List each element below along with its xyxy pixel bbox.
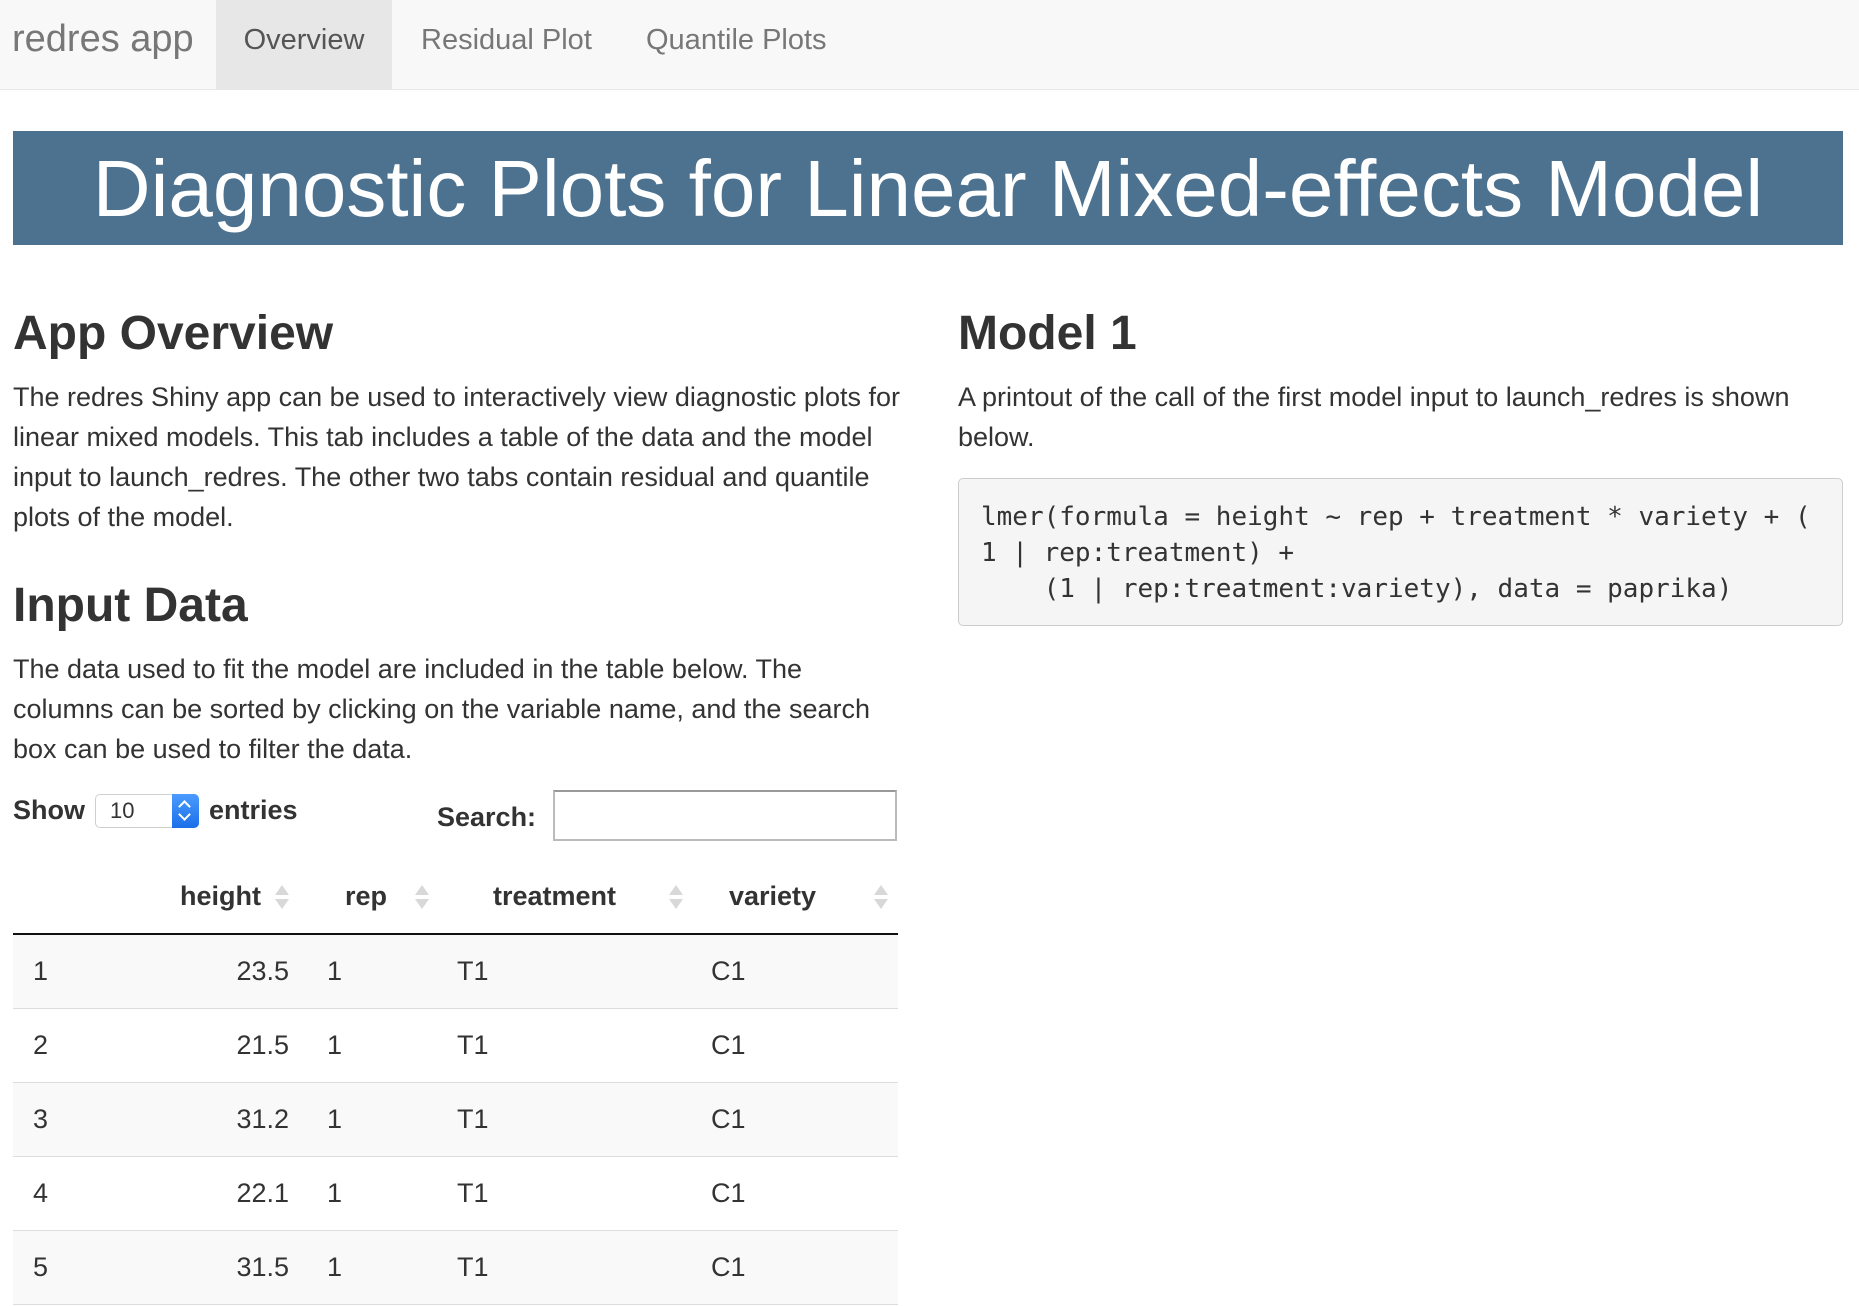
- sort-icon: [275, 885, 289, 911]
- cell-treatment: T1: [439, 1156, 693, 1231]
- cell-index: 1: [13, 934, 165, 1009]
- column-header-label: rep: [345, 881, 388, 911]
- table-row: 1 23.5 1 T1 C1: [13, 934, 898, 1009]
- cell-treatment: T1: [439, 934, 693, 1009]
- cell-variety: C1: [693, 1082, 898, 1157]
- sort-icon: [874, 885, 888, 911]
- tab-overview[interactable]: Overview: [216, 0, 392, 89]
- cell-index: 2: [13, 1008, 165, 1083]
- cell-variety: C1: [693, 1156, 898, 1231]
- cell-rep: 1: [309, 934, 439, 1009]
- table-row: 3 31.2 1 T1 C1: [13, 1082, 898, 1157]
- select-arrows-icon[interactable]: [172, 794, 199, 828]
- cell-rep: 1: [309, 1082, 439, 1157]
- cell-height: 22.1: [165, 1156, 309, 1231]
- column-header-rep[interactable]: rep: [309, 860, 439, 935]
- app-overview-heading: App Overview: [13, 307, 334, 360]
- cell-height: 23.5: [165, 934, 309, 1009]
- cell-treatment: T1: [439, 1082, 693, 1157]
- page-title-banner: Diagnostic Plots for Linear Mixed-effect…: [13, 131, 1843, 245]
- cell-height: 31.2: [165, 1082, 309, 1157]
- entries-label: entries: [209, 795, 298, 825]
- cell-rep: 1: [309, 1008, 439, 1083]
- tab-residual-plot[interactable]: Residual Plot: [421, 0, 592, 89]
- column-header-label: treatment: [493, 881, 617, 911]
- model-call-code: lmer(formula = height ~ rep + treatment …: [958, 478, 1843, 626]
- cell-index: 3: [13, 1082, 165, 1157]
- cell-treatment: T1: [439, 1230, 693, 1305]
- table-row: 2 21.5 1 T1 C1: [13, 1008, 898, 1083]
- cell-variety: C1: [693, 1008, 898, 1083]
- column-header-index[interactable]: [13, 860, 165, 935]
- cell-rep: 1: [309, 1156, 439, 1231]
- input-data-heading: Input Data: [13, 579, 248, 632]
- column-header-height[interactable]: height: [165, 860, 309, 935]
- cell-variety: C1: [693, 934, 898, 1009]
- table-header-row: height rep treatment variety: [13, 860, 898, 935]
- cell-height: 31.5: [165, 1230, 309, 1305]
- table-row: 4 22.1 1 T1 C1: [13, 1156, 898, 1231]
- app-overview-text: The redres Shiny app can be used to inte…: [13, 382, 900, 532]
- sort-icon: [415, 885, 429, 911]
- entries-select-value: 10: [110, 798, 135, 823]
- cell-rep: 1: [309, 1230, 439, 1305]
- cell-height: 21.5: [165, 1008, 309, 1083]
- column-header-label: height: [180, 881, 261, 911]
- column-header-variety[interactable]: variety: [693, 860, 898, 935]
- data-table: height rep treatment variety 1 23.5 1 T1…: [13, 860, 898, 1305]
- model-text: A printout of the call of the first mode…: [958, 382, 1790, 452]
- entries-select[interactable]: 10: [95, 794, 199, 828]
- column-header-label: variety: [729, 881, 817, 911]
- table-row: 5 31.5 1 T1 C1: [13, 1230, 898, 1305]
- search-label: Search:: [437, 802, 537, 832]
- cell-index: 5: [13, 1230, 165, 1305]
- cell-treatment: T1: [439, 1008, 693, 1083]
- app-brand[interactable]: redres app: [12, 18, 194, 61]
- show-label: Show: [13, 795, 85, 825]
- model-heading: Model 1: [958, 307, 1137, 360]
- navbar: redres app Overview Residual Plot Quanti…: [0, 0, 1859, 90]
- sort-icon: [669, 885, 683, 911]
- search-input[interactable]: [553, 790, 897, 841]
- cell-index: 4: [13, 1156, 165, 1231]
- input-data-text: The data used to fit the model are inclu…: [13, 654, 870, 764]
- tab-quantile-plots[interactable]: Quantile Plots: [646, 0, 827, 89]
- column-header-treatment[interactable]: treatment: [439, 860, 693, 935]
- cell-variety: C1: [693, 1230, 898, 1305]
